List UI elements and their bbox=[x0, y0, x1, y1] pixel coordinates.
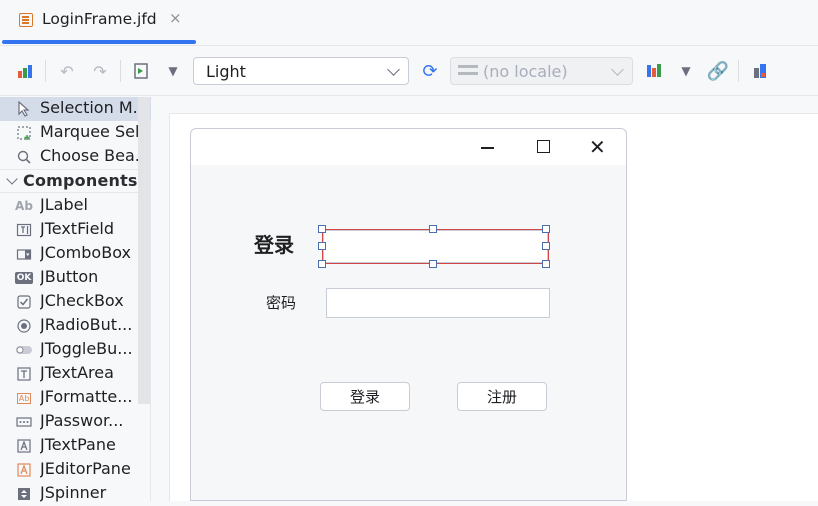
palette-item-label: JFormatte... bbox=[40, 387, 133, 406]
palette-item-label: JPasswor... bbox=[40, 411, 124, 430]
palette-item-jtextfield[interactable]: JTextField bbox=[0, 218, 151, 242]
close-icon[interactable]: ✕ bbox=[589, 137, 606, 157]
jcheckbox-icon bbox=[15, 293, 33, 311]
maximize-icon[interactable] bbox=[537, 140, 550, 153]
minimize-icon[interactable] bbox=[481, 147, 494, 149]
jtextpane-icon bbox=[15, 437, 33, 455]
component-palette: Selection M... Marquee Sel... Choose Bea… bbox=[0, 97, 151, 502]
toolbar-separator bbox=[738, 60, 739, 82]
jeditorpane-icon bbox=[15, 461, 33, 479]
palette-item-label: JEditorPane bbox=[40, 459, 131, 478]
palette-item-jradiobutton[interactable]: JRadioBut... bbox=[0, 314, 151, 338]
form-preview-icon[interactable] bbox=[14, 60, 36, 82]
chevron-down-icon[interactable]: ▼ bbox=[162, 60, 184, 82]
generate-code-icon[interactable] bbox=[130, 60, 152, 82]
palette-item-jcombobox[interactable]: JComboBox bbox=[0, 242, 151, 266]
jfd-file-icon bbox=[19, 13, 33, 27]
bean-settings-icon[interactable] bbox=[749, 60, 771, 82]
resize-handle-w[interactable] bbox=[318, 242, 326, 250]
login-button[interactable]: 登录 bbox=[320, 382, 410, 411]
palette-item-jlabel[interactable]: Ab JLabel bbox=[0, 194, 151, 218]
theme-combobox[interactable]: Light bbox=[193, 57, 409, 85]
chevron-down-icon bbox=[6, 173, 18, 185]
jbutton-icon: OK bbox=[14, 272, 34, 284]
palette-item-label: JComboBox bbox=[40, 243, 131, 262]
palette-item-jtextarea[interactable]: JTextArea bbox=[0, 362, 151, 386]
palette-item-label: JLabel bbox=[40, 195, 88, 214]
jpasswordfield-icon bbox=[15, 413, 33, 431]
jspinner-icon bbox=[15, 485, 33, 503]
login-label[interactable]: 登录 bbox=[254, 229, 294, 258]
palette-item-label: JCheckBox bbox=[40, 291, 124, 310]
chevron-down-icon bbox=[387, 63, 400, 76]
theme-combobox-value: Light bbox=[206, 62, 246, 81]
palette-item-jtextpane[interactable]: JTextPane bbox=[0, 434, 151, 458]
editor-tab[interactable]: LoginFrame.jfd × bbox=[0, 0, 196, 46]
close-tab-icon[interactable]: × bbox=[169, 9, 182, 27]
editor-tab-label: LoginFrame.jfd bbox=[42, 10, 157, 28]
resize-handle-nw[interactable] bbox=[318, 225, 326, 233]
palette-tool-marquee[interactable]: Marquee Sel... bbox=[0, 121, 151, 145]
toolbar-separator bbox=[120, 60, 121, 82]
palette-item-label: JSpinner bbox=[40, 483, 107, 502]
palette-item-label: JTextField bbox=[40, 219, 115, 238]
palette-item-label: JTextPane bbox=[40, 435, 116, 454]
toolbar-separator bbox=[45, 60, 46, 82]
palette-item-jeditorpane[interactable]: JEditorPane bbox=[0, 458, 151, 482]
locale-combobox-value: (no locale) bbox=[483, 62, 568, 81]
cursor-arrow-icon bbox=[15, 100, 33, 118]
palette-group-components[interactable]: Components bbox=[0, 169, 151, 193]
frame-title-bar: ✕ bbox=[191, 129, 626, 165]
palette-item-label: JTextArea bbox=[40, 363, 114, 382]
password-label[interactable]: 密码 bbox=[266, 292, 296, 313]
palette-group-label: Components bbox=[23, 171, 138, 190]
palette-item-jtogglebutton[interactable]: JToggleBu... bbox=[0, 338, 151, 362]
jlabel-icon: Ab bbox=[15, 199, 33, 213]
resize-handle-se[interactable] bbox=[542, 260, 550, 268]
jtextarea-icon bbox=[15, 365, 33, 383]
palette-tool-choose-bean[interactable]: Choose Bea... bbox=[0, 145, 151, 169]
palette-item-jpasswordfield[interactable]: JPasswor... bbox=[0, 410, 151, 434]
selection-outline bbox=[322, 229, 549, 264]
resize-handle-e[interactable] bbox=[542, 242, 550, 250]
palette-item-jspinner[interactable]: JSpinner bbox=[0, 482, 151, 506]
resize-handle-sw[interactable] bbox=[318, 260, 326, 268]
login-frame[interactable]: ✕ 登录 密码 登录 注册 bbox=[190, 128, 627, 501]
resize-handle-ne[interactable] bbox=[542, 225, 550, 233]
palette-item-label: JToggleBu... bbox=[40, 339, 133, 358]
register-button[interactable]: 注册 bbox=[457, 382, 547, 411]
editor-tab-bar: LoginFrame.jfd × bbox=[0, 0, 818, 46]
chevron-down-icon bbox=[611, 63, 624, 76]
undo-icon[interactable]: ↶ bbox=[56, 60, 78, 82]
palette-item-label: JRadioBut... bbox=[40, 315, 133, 334]
locale-combobox[interactable]: (no locale) bbox=[450, 57, 633, 85]
palette-item-jcheckbox[interactable]: JCheckBox bbox=[0, 290, 151, 314]
jtogglebutton-icon bbox=[15, 341, 33, 359]
palette-item-label: Selection M... bbox=[40, 98, 148, 117]
palette-scrollbar[interactable] bbox=[138, 97, 150, 404]
redo-icon[interactable]: ↷ bbox=[89, 60, 111, 82]
active-tab-indicator bbox=[2, 40, 196, 44]
refresh-icon[interactable]: ⟳ bbox=[419, 60, 441, 82]
palette-item-label: Choose Bea... bbox=[40, 146, 148, 165]
resize-handle-s[interactable] bbox=[429, 260, 437, 268]
resize-handle-n[interactable] bbox=[429, 225, 437, 233]
palette-tool-selection[interactable]: Selection M... bbox=[0, 97, 151, 121]
palette-item-jbutton[interactable]: OK JButton bbox=[0, 266, 151, 290]
locale-list-icon bbox=[458, 65, 478, 68]
jformattedtextfield-icon: Ab bbox=[16, 392, 32, 404]
palette-item-label: Marquee Sel... bbox=[40, 122, 148, 141]
magnifier-icon bbox=[15, 148, 33, 166]
chevron-down-icon[interactable]: ▼ bbox=[675, 60, 697, 82]
palette-item-label: JButton bbox=[40, 267, 99, 286]
designer-toolbar: ↶ ↷ ▼ Light ⟳ (no locale) ▼ 🔗 bbox=[0, 46, 818, 96]
palette-item-jformattedtextfield[interactable]: Ab JFormatte... bbox=[0, 386, 151, 410]
jradiobutton-icon bbox=[15, 317, 33, 335]
link-icon[interactable]: 🔗 bbox=[707, 60, 729, 82]
jcombobox-icon bbox=[15, 245, 33, 263]
password-field[interactable] bbox=[326, 288, 550, 318]
marquee-select-icon bbox=[15, 124, 33, 142]
jtextfield-icon bbox=[15, 221, 33, 239]
layout-manager-icon[interactable] bbox=[643, 60, 665, 82]
